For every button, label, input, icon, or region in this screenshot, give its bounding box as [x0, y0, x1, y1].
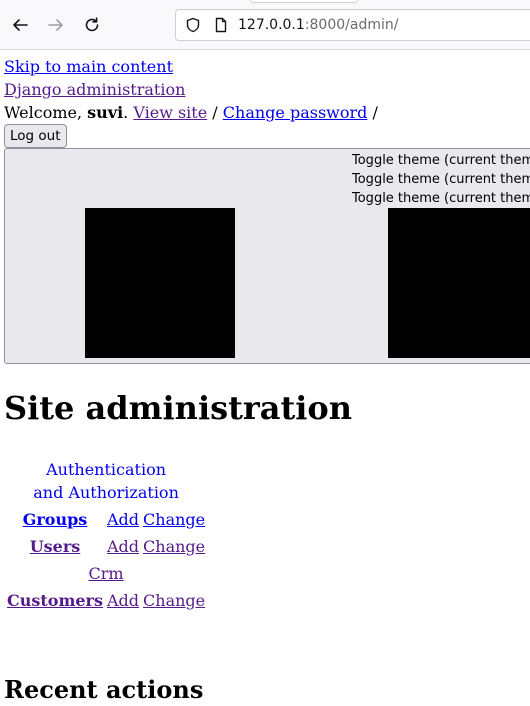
- theme-moon-icon: [85, 208, 235, 358]
- active-tab-edge: [250, 0, 358, 3]
- url-text[interactable]: 127.0.0.1:8000/admin/: [238, 17, 398, 33]
- model-name: Groups: [6, 507, 104, 532]
- app-link-auth[interactable]: Authentication and Authorization: [31, 460, 181, 502]
- welcome-period: .: [123, 103, 134, 122]
- change-cell: Change: [142, 534, 206, 559]
- model-row-groups: Groups Add Change: [6, 507, 206, 532]
- username: suvi: [87, 103, 124, 122]
- add-cell: Add: [106, 534, 140, 559]
- add-cell: Add: [106, 588, 140, 613]
- model-name: Users: [6, 534, 104, 559]
- groups-add-link[interactable]: Add: [107, 510, 139, 529]
- separator: /: [207, 103, 223, 122]
- groups-link[interactable]: Groups: [23, 510, 88, 529]
- back-button[interactable]: [7, 12, 33, 38]
- model-row-users: Users Add Change: [6, 534, 206, 559]
- address-bar[interactable]: 127.0.0.1:8000/admin/: [175, 9, 530, 41]
- recent-actions-heading: Recent actions: [4, 675, 204, 704]
- reload-icon: [85, 17, 99, 32]
- skip-to-main-link[interactable]: Skip to main content: [4, 57, 173, 76]
- page-icon: [213, 17, 229, 33]
- app-caption-row: Crm: [6, 561, 206, 586]
- app-name: Authentication and Authorization: [33, 460, 179, 502]
- customers-add-link[interactable]: Add: [107, 591, 139, 610]
- url-path: :8000/admin/: [304, 17, 399, 33]
- theme-toggle-label: Toggle theme (current theme: auto): [352, 172, 530, 187]
- change-cell: Change: [142, 507, 206, 532]
- theme-toggle-label: Toggle theme (current theme: auto): [352, 153, 530, 168]
- app-caption-row: Authentication and Authorization: [6, 457, 206, 505]
- page-title: Site administration: [4, 389, 353, 427]
- skip-link-row: Skip to main content: [4, 55, 173, 78]
- change-cell: Change: [142, 588, 206, 613]
- browser-toolbar: 127.0.0.1:8000/admin/: [0, 0, 530, 50]
- theme-toggle-label: Toggle theme (current theme: auto): [352, 191, 530, 206]
- view-site-link[interactable]: View site: [133, 103, 207, 122]
- users-add-link[interactable]: Add: [107, 537, 139, 556]
- welcome-text: Welcome,: [4, 103, 88, 122]
- site-branding-link[interactable]: Django administration: [4, 80, 185, 99]
- users-change-link[interactable]: Change: [143, 537, 205, 556]
- shield-icon[interactable]: [185, 17, 201, 33]
- customers-change-link[interactable]: Change: [143, 591, 205, 610]
- app-link-crm[interactable]: Crm: [89, 564, 124, 583]
- forward-arrow-icon: [48, 19, 63, 31]
- user-tools: Welcome, suvi. View site / Change passwo…: [4, 101, 378, 124]
- theme-sun-icon: [388, 208, 530, 358]
- model-name: Customers: [6, 588, 104, 613]
- app-caption: Crm: [6, 561, 206, 586]
- logout-button[interactable]: Log out: [4, 124, 67, 148]
- url-host: 127.0.0.1: [238, 17, 305, 33]
- theme-toggle-button[interactable]: Toggle theme (current theme: auto) Toggl…: [4, 148, 530, 364]
- reload-button[interactable]: [79, 12, 105, 38]
- customers-link[interactable]: Customers: [7, 591, 103, 610]
- change-password-link[interactable]: Change password: [223, 103, 368, 122]
- back-arrow-icon: [13, 19, 28, 31]
- model-row-customers: Customers Add Change: [6, 588, 206, 613]
- app-list: Authentication and Authorization Groups …: [4, 455, 208, 615]
- users-link[interactable]: Users: [30, 537, 81, 556]
- forward-button[interactable]: [43, 12, 69, 38]
- branding: Django administration: [4, 78, 185, 101]
- groups-change-link[interactable]: Change: [143, 510, 205, 529]
- app-caption: Authentication and Authorization: [6, 457, 206, 505]
- add-cell: Add: [106, 507, 140, 532]
- separator: /: [367, 103, 378, 122]
